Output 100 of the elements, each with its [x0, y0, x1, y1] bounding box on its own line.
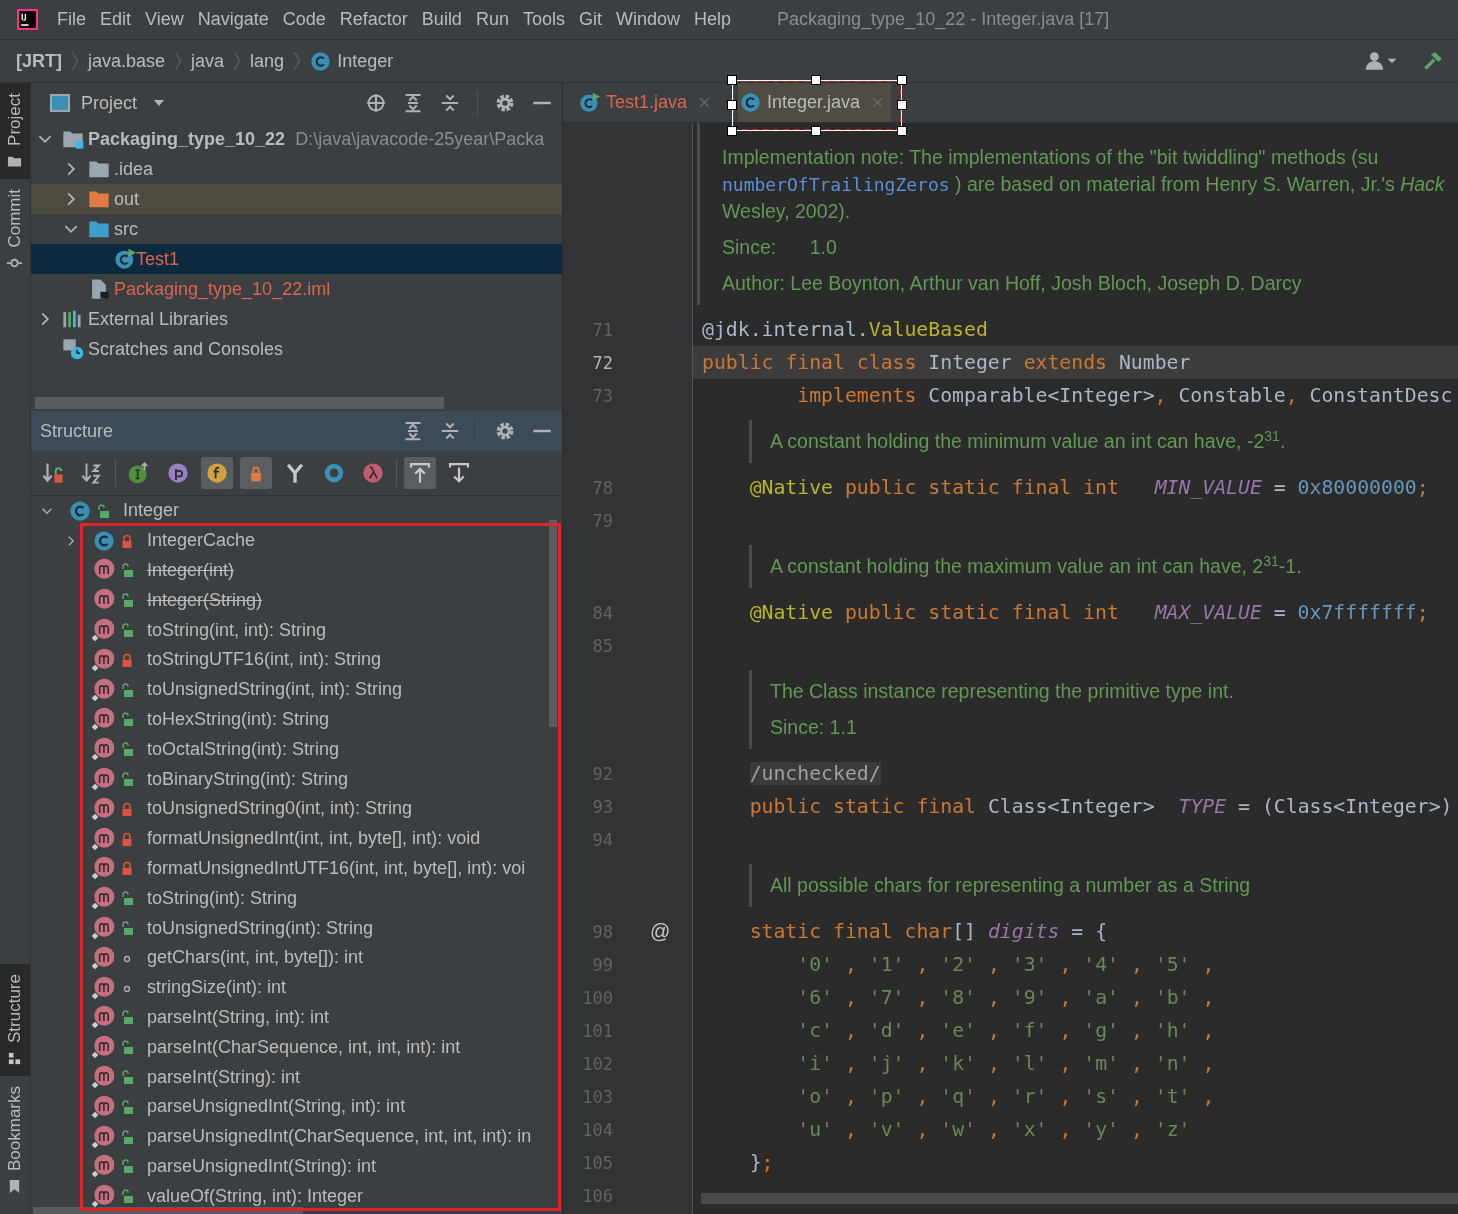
- menu-item[interactable]: Refactor: [339, 9, 408, 30]
- menu-item[interactable]: Edit: [100, 9, 132, 30]
- structure-item[interactable]: parseInt(CharSequence, int, int, int): int: [93, 1036, 461, 1059]
- menu-item[interactable]: Help: [694, 9, 732, 30]
- structure-item[interactable]: formatUnsignedInt(int, int, byte[], int): void: [93, 827, 481, 850]
- caret-down-icon: [153, 99, 166, 107]
- structure-item[interactable]: Integer(int): [93, 559, 235, 582]
- code-line: };: [748, 1150, 775, 1176]
- scrollbar[interactable]: [35, 397, 444, 409]
- expand-all-icon[interactable]: [403, 421, 423, 441]
- structure-item-label: toString(int): String: [147, 887, 298, 909]
- code-line: implements Comparable<Integer>, Constable, ConstantDesc: [796, 383, 1454, 409]
- structure-item[interactable]: parseUnsignedInt(CharSequence, int, int, int): in: [93, 1125, 532, 1148]
- tree-item[interactable]: .idea: [31, 154, 562, 184]
- tool-window-button[interactable]: Structure: [0, 964, 30, 1076]
- tool-window-button[interactable]: Bookmarks: [0, 1075, 30, 1204]
- hammer-icon[interactable]: [1422, 50, 1444, 72]
- tool-window-button[interactable]: Project: [0, 83, 30, 179]
- gutter-marker[interactable]: @: [650, 920, 671, 943]
- structure-item[interactable]: getChars(int, int, byte[]): int: [93, 946, 364, 969]
- project-view-dropdown[interactable]: Project: [81, 92, 166, 114]
- structure-item[interactable]: valueOf(String, int): Integer: [93, 1185, 364, 1208]
- structure-item-label: stringSize(int): int: [147, 977, 287, 999]
- tool-window-button[interactable]: Commit: [0, 178, 30, 281]
- structure-item[interactable]: formatUnsignedIntUTF16(int, int, byte[], int): voi: [93, 857, 526, 880]
- open-lock-icon: [121, 563, 133, 578]
- expand-all-icon[interactable]: [403, 93, 423, 113]
- class-run-icon: [114, 248, 136, 270]
- structure-item[interactable]: parseInt(String): int: [93, 1066, 301, 1089]
- structure-item[interactable]: parseInt(String, int): int: [93, 1006, 330, 1029]
- breadcrumb-item[interactable]: java: [191, 50, 225, 72]
- breadcrumb-item[interactable]: [JRT]: [16, 50, 62, 72]
- menu-item[interactable]: File: [57, 9, 86, 30]
- open-lock-icon: [121, 891, 133, 906]
- tree-item[interactable]: Test1: [31, 244, 562, 274]
- doc-text: Implementation note: The implementations of the "bit twiddling" methods (su: [722, 145, 1380, 170]
- scroll-up-icon: [409, 462, 431, 484]
- menu-item[interactable]: Code: [282, 9, 326, 30]
- menu-item[interactable]: Navigate: [197, 9, 269, 30]
- editor-tab[interactable]: Integer.java: [738, 83, 892, 122]
- breadcrumb-item[interactable]: java.base: [88, 50, 166, 72]
- lock-icon: [121, 533, 133, 548]
- tree-item[interactable]: out: [31, 184, 562, 214]
- structure-item[interactable]: toUnsignedString(int): String: [93, 917, 374, 940]
- menu-item[interactable]: Run: [475, 9, 509, 30]
- collapse-all-icon[interactable]: [440, 421, 460, 441]
- settings-icon[interactable]: [495, 93, 515, 113]
- menu-item[interactable]: Window: [615, 9, 680, 30]
- structure-item-label: valueOf(String, int): Integer: [147, 1185, 364, 1207]
- doc-text: ) are based on material from Henry S. Warren, Jr.'s Hack: [955, 173, 1445, 195]
- property-icon: [167, 462, 189, 484]
- structure-item[interactable]: stringSize(int): int: [93, 976, 287, 999]
- locate-icon[interactable]: [366, 93, 386, 113]
- structure-item-label: parseUnsignedInt(String): int: [147, 1155, 377, 1177]
- structure-item[interactable]: toOctalString(int): String: [93, 738, 340, 761]
- scrollbar[interactable]: [549, 520, 557, 727]
- breadcrumb-item[interactable]: Integer: [337, 50, 394, 72]
- tree-item[interactable]: src: [31, 214, 562, 244]
- doc-link[interactable]: numberOfTrailingZeros: [722, 174, 950, 195]
- breadcrumb-separator-icon: [293, 50, 302, 72]
- editor-tab[interactable]: Test1.java: [577, 83, 719, 122]
- toolbar-button[interactable]: [201, 457, 233, 489]
- tree-item[interactable]: Packaging_type_10_22.iml: [31, 274, 562, 304]
- structure-item[interactable]: Integer(String): [93, 589, 263, 612]
- code-line: static final char[] digits = {: [748, 919, 1109, 945]
- open-lock-icon: [121, 1040, 133, 1055]
- field-icon: [206, 462, 228, 484]
- menu-item[interactable]: View: [145, 9, 184, 30]
- tree-item[interactable]: External Libraries: [31, 304, 562, 334]
- structure-item[interactable]: toUnsignedString0(int, int): String: [93, 797, 413, 820]
- structure-item[interactable]: toString(int): String: [93, 887, 298, 910]
- structure-item[interactable]: parseUnsignedInt(String, int): int: [93, 1095, 406, 1118]
- structure-item[interactable]: parseUnsignedInt(String): int: [93, 1155, 377, 1178]
- structure-item[interactable]: toHexString(int): String: [93, 708, 330, 731]
- structure-item[interactable]: Integer: [69, 499, 180, 522]
- structure-item[interactable]: toUnsignedString(int, int): String: [93, 678, 403, 701]
- settings-icon[interactable]: [495, 421, 515, 441]
- breadcrumb-item[interactable]: lang: [250, 50, 285, 72]
- module-folder-icon: [62, 128, 84, 150]
- lock-icon: [121, 801, 133, 816]
- structure-item-label: toUnsignedString(int, int): String: [147, 679, 403, 701]
- structure-item[interactable]: IntegerCache: [93, 529, 256, 552]
- structure-item[interactable]: toString(int, int): String: [93, 619, 327, 642]
- structure-item[interactable]: toStringUTF16(int, int): String: [93, 648, 382, 671]
- tree-item[interactable]: Scratches and Consoles: [31, 334, 562, 364]
- structure-item-label: toUnsignedString0(int, int): String: [147, 798, 413, 820]
- open-lock-icon: [121, 921, 133, 936]
- menu-item[interactable]: Build: [421, 9, 462, 30]
- toolbar-button[interactable]: [404, 457, 436, 489]
- open-lock-icon: [97, 503, 109, 518]
- menu-item[interactable]: Git: [578, 9, 602, 30]
- lock-icon: [121, 652, 133, 667]
- structure-item-label: toHexString(int): String: [147, 708, 330, 730]
- collapse-all-icon[interactable]: [440, 93, 460, 113]
- scrollbar[interactable]: [701, 1193, 1458, 1204]
- scrollbar[interactable]: [33, 1207, 303, 1214]
- tree-item[interactable]: Packaging_type_10_22 D:\java\javacode-25year\Packa: [31, 124, 562, 154]
- structure-item-label: Integer: [123, 500, 180, 522]
- structure-item[interactable]: toBinaryString(int): String: [93, 768, 349, 791]
- menu-item[interactable]: Tools: [522, 9, 565, 30]
